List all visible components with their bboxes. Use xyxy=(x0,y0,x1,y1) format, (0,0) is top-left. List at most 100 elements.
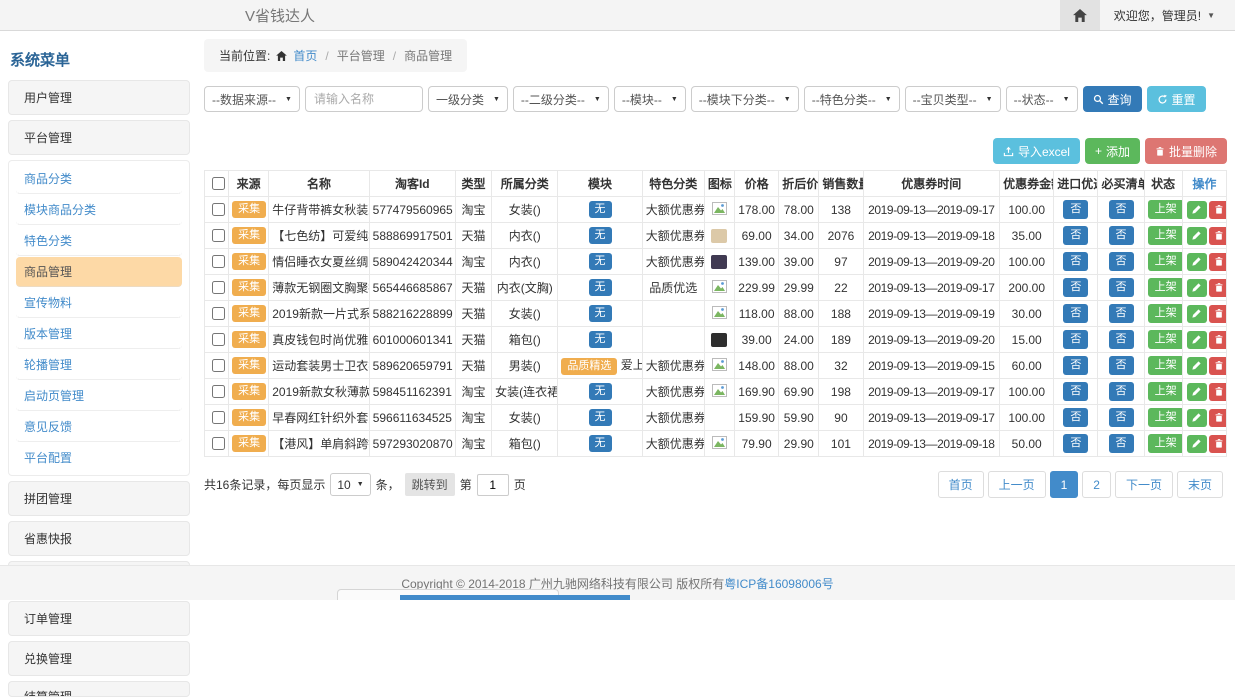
filter-select-5[interactable]: --特色分类--▼ xyxy=(804,86,900,112)
must-buy-toggle-button[interactable]: 否 xyxy=(1109,252,1134,271)
must-buy-toggle-button[interactable]: 否 xyxy=(1109,408,1134,427)
delete-button[interactable] xyxy=(1209,279,1227,297)
delete-button[interactable] xyxy=(1209,253,1227,271)
sidebar-group-13[interactable]: 省惠快报 xyxy=(8,521,190,556)
sidebar-item-8[interactable]: 轮播管理 xyxy=(16,350,182,380)
sidebar-group-15[interactable]: 订单管理 xyxy=(8,601,190,636)
per-page-select[interactable]: 10 ▼ xyxy=(330,473,370,496)
search-button[interactable]: 查询 xyxy=(1083,86,1142,112)
edit-button[interactable] xyxy=(1187,435,1207,453)
must-buy-toggle-button[interactable]: 否 xyxy=(1109,330,1134,349)
import-toggle-button[interactable]: 否 xyxy=(1063,304,1088,323)
page-button-0[interactable]: 首页 xyxy=(938,471,984,498)
import-toggle-button[interactable]: 否 xyxy=(1063,226,1088,245)
import-toggle-button[interactable]: 否 xyxy=(1063,278,1088,297)
sidebar-item-6[interactable]: 宣传物料 xyxy=(16,288,182,318)
page-button-1[interactable]: 上一页 xyxy=(988,471,1046,498)
filter-select-3[interactable]: --模块--▼ xyxy=(614,86,686,112)
name-search-input[interactable] xyxy=(305,86,423,112)
select-all-checkbox[interactable] xyxy=(212,177,225,190)
sidebar-group-17[interactable]: 结算管理 xyxy=(8,681,190,697)
must-buy-toggle-button[interactable]: 否 xyxy=(1109,200,1134,219)
page-button-3[interactable]: 2 xyxy=(1082,471,1111,498)
edit-button[interactable] xyxy=(1187,409,1207,427)
status-button[interactable]: 上架 xyxy=(1148,408,1183,427)
row-checkbox[interactable] xyxy=(212,281,225,294)
page-button-4[interactable]: 下一页 xyxy=(1115,471,1173,498)
batch-delete-button[interactable]: 批量删除 xyxy=(1145,138,1227,164)
sidebar-item-9[interactable]: 启动页管理 xyxy=(16,381,182,411)
row-checkbox[interactable] xyxy=(212,411,225,424)
must-buy-toggle-button[interactable]: 否 xyxy=(1109,226,1134,245)
delete-button[interactable] xyxy=(1209,227,1227,245)
status-button[interactable]: 上架 xyxy=(1148,330,1183,349)
reset-button[interactable]: 重置 xyxy=(1147,86,1206,112)
sidebar-group-1[interactable]: 平台管理 xyxy=(8,120,190,155)
page-button-2[interactable]: 1 xyxy=(1050,471,1079,498)
row-checkbox[interactable] xyxy=(212,333,225,346)
home-button[interactable] xyxy=(1060,0,1100,30)
edit-button[interactable] xyxy=(1187,279,1207,297)
status-button[interactable]: 上架 xyxy=(1148,434,1183,453)
sidebar-item-10[interactable]: 意见反馈 xyxy=(16,412,182,442)
import-toggle-button[interactable]: 否 xyxy=(1063,382,1088,401)
must-buy-toggle-button[interactable]: 否 xyxy=(1109,434,1134,453)
edit-button[interactable] xyxy=(1187,305,1207,323)
row-checkbox[interactable] xyxy=(212,437,225,450)
import-toggle-button[interactable]: 否 xyxy=(1063,200,1088,219)
status-button[interactable]: 上架 xyxy=(1148,382,1183,401)
jump-button[interactable]: 跳转到 xyxy=(405,473,455,496)
delete-button[interactable] xyxy=(1209,357,1227,375)
edit-button[interactable] xyxy=(1187,357,1207,375)
delete-button[interactable] xyxy=(1209,435,1227,453)
filter-select-4[interactable]: --模块下分类--▼ xyxy=(691,86,799,112)
sidebar-group-12[interactable]: 拼团管理 xyxy=(8,481,190,516)
page-button-5[interactable]: 末页 xyxy=(1177,471,1223,498)
status-button[interactable]: 上架 xyxy=(1148,252,1183,271)
delete-button[interactable] xyxy=(1209,409,1227,427)
delete-button[interactable] xyxy=(1209,201,1227,219)
row-checkbox[interactable] xyxy=(212,385,225,398)
sidebar-item-2[interactable]: 商品分类 xyxy=(16,164,182,194)
add-button[interactable]: + 添加 xyxy=(1085,138,1140,164)
breadcrumb-home-link[interactable]: 首页 xyxy=(293,47,317,64)
import-toggle-button[interactable]: 否 xyxy=(1063,252,1088,271)
import-toggle-button[interactable]: 否 xyxy=(1063,356,1088,375)
must-buy-toggle-button[interactable]: 否 xyxy=(1109,382,1134,401)
edit-button[interactable] xyxy=(1187,331,1207,349)
must-buy-toggle-button[interactable]: 否 xyxy=(1109,356,1134,375)
row-checkbox[interactable] xyxy=(212,229,225,242)
edit-button[interactable] xyxy=(1187,227,1207,245)
sidebar-group-16[interactable]: 兑换管理 xyxy=(8,641,190,676)
filter-select-0[interactable]: --数据来源--▼ xyxy=(204,86,300,112)
status-button[interactable]: 上架 xyxy=(1148,356,1183,375)
icp-link[interactable]: 粤ICP备16098006号 xyxy=(724,575,833,592)
edit-button[interactable] xyxy=(1187,383,1207,401)
status-button[interactable]: 上架 xyxy=(1148,200,1183,219)
delete-button[interactable] xyxy=(1209,331,1227,349)
filter-select-6[interactable]: --宝贝类型--▼ xyxy=(905,86,1001,112)
filter-select-7[interactable]: --状态--▼ xyxy=(1006,86,1078,112)
sidebar-group-0[interactable]: 用户管理 xyxy=(8,80,190,115)
row-checkbox[interactable] xyxy=(212,203,225,216)
edit-button[interactable] xyxy=(1187,201,1207,219)
edit-button[interactable] xyxy=(1187,253,1207,271)
status-button[interactable]: 上架 xyxy=(1148,304,1183,323)
row-checkbox[interactable] xyxy=(212,359,225,372)
import-excel-button[interactable]: 导入excel xyxy=(993,138,1080,164)
delete-button[interactable] xyxy=(1209,305,1227,323)
import-toggle-button[interactable]: 否 xyxy=(1063,408,1088,427)
sidebar-item-5[interactable]: 商品管理 xyxy=(16,257,182,287)
sidebar-item-3[interactable]: 模块商品分类 xyxy=(16,195,182,225)
status-button[interactable]: 上架 xyxy=(1148,226,1183,245)
delete-button[interactable] xyxy=(1209,383,1227,401)
import-toggle-button[interactable]: 否 xyxy=(1063,434,1088,453)
sidebar-item-4[interactable]: 特色分类 xyxy=(16,226,182,256)
sidebar-item-7[interactable]: 版本管理 xyxy=(16,319,182,349)
filter-select-2[interactable]: --二级分类--▼ xyxy=(513,86,609,112)
must-buy-toggle-button[interactable]: 否 xyxy=(1109,304,1134,323)
row-checkbox[interactable] xyxy=(212,255,225,268)
must-buy-toggle-button[interactable]: 否 xyxy=(1109,278,1134,297)
sidebar-item-11[interactable]: 平台配置 xyxy=(16,443,182,472)
status-button[interactable]: 上架 xyxy=(1148,278,1183,297)
